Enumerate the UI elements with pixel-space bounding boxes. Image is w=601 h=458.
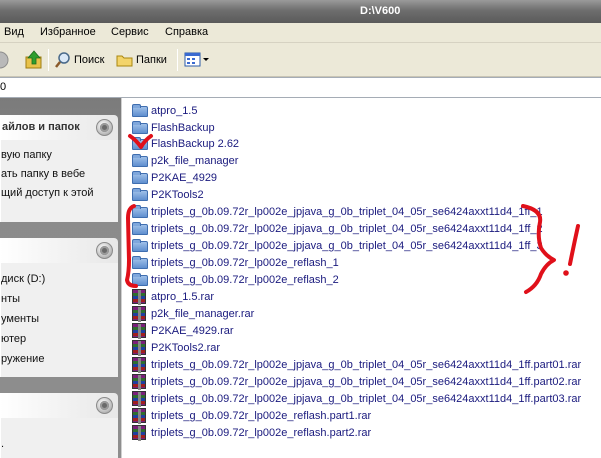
rar-archive-icon <box>132 391 146 407</box>
rar-archive-icon <box>132 306 146 322</box>
rar-archive-icon <box>132 323 146 339</box>
menu-favorites[interactable]: Избранное <box>40 26 96 38</box>
window-title: D:\V600 <box>360 5 401 17</box>
file-list: atpro_1.5 FlashBackup FlashBackup 2.62 p… <box>121 98 601 458</box>
file-folder-tasks-body: вую папку ать папку в вебе щий доступ к … <box>0 140 118 222</box>
folder-icon <box>132 205 148 218</box>
file-folder-tasks-header[interactable]: айлов и папок <box>0 115 118 140</box>
other-places-body: диск (D:) нты ументы ютер ружение <box>0 263 118 377</box>
title-bar[interactable]: D:\V600 <box>0 0 601 23</box>
place-shared-documents[interactable]: ументы <box>1 313 39 325</box>
folder-icon <box>132 188 148 201</box>
other-places-panel: диск (D:) нты ументы ютер ружение <box>0 238 118 377</box>
menu-help[interactable]: Справка <box>165 26 208 38</box>
collapse-chevron-icon[interactable] <box>96 119 113 136</box>
details-panel: . <box>0 393 118 458</box>
task-share-folder[interactable]: щий доступ к этой <box>1 187 94 199</box>
place-network[interactable]: ружение <box>1 353 44 365</box>
menu-tools[interactable]: Сервис <box>111 26 149 38</box>
rar-archive-icon <box>132 425 146 441</box>
rar-archive-icon <box>132 374 146 390</box>
folder-icon <box>132 171 148 184</box>
folders-button[interactable]: Папки <box>136 54 167 66</box>
folder-icon <box>132 121 148 134</box>
collapse-chevron-icon[interactable] <box>96 397 113 414</box>
place-local-disk-d[interactable]: диск (D:) <box>1 273 45 285</box>
views-icon[interactable] <box>184 52 210 68</box>
panel-title: айлов и папок <box>2 121 80 133</box>
file-folder-tasks-panel: айлов и папок вую папку ать папку в вебе… <box>0 115 118 222</box>
folder-icon <box>132 222 148 235</box>
search-button[interactable]: Поиск <box>74 54 104 66</box>
toolbar: Поиск Папки <box>0 43 601 77</box>
folder-icon <box>132 273 148 286</box>
details-body: . <box>0 418 118 458</box>
details-header[interactable] <box>0 393 118 418</box>
task-new-folder[interactable]: вую папку <box>1 149 52 161</box>
rar-archive-icon <box>132 340 146 356</box>
rar-archive-icon <box>132 408 146 424</box>
up-folder-icon[interactable] <box>24 49 44 71</box>
folder-icon <box>132 239 148 252</box>
folder-icon <box>132 137 148 150</box>
menu-bar: Вид Избранное Сервис Справка <box>0 23 601 43</box>
task-publish-web[interactable]: ать папку в вебе <box>1 168 85 180</box>
collapse-chevron-icon[interactable] <box>96 242 113 259</box>
folder-icon <box>132 104 148 117</box>
folders-icon[interactable] <box>116 52 134 68</box>
place-my-computer[interactable]: ютер <box>1 333 26 345</box>
search-icon[interactable] <box>54 51 72 69</box>
folder-icon <box>132 154 148 167</box>
rar-archive-icon <box>132 289 146 305</box>
forward-arrow-icon[interactable] <box>0 51 10 69</box>
address-value: 0 <box>0 81 7 93</box>
place-documents[interactable]: нты <box>1 293 20 305</box>
rar-archive-icon <box>132 357 146 373</box>
task-pane: айлов и папок вую папку ать папку в вебе… <box>0 98 121 458</box>
folder-icon <box>132 256 148 269</box>
details-text: . <box>1 438 5 450</box>
other-places-header[interactable] <box>0 238 118 263</box>
menu-view[interactable]: Вид <box>4 26 24 38</box>
address-bar[interactable]: 0 <box>0 77 601 98</box>
